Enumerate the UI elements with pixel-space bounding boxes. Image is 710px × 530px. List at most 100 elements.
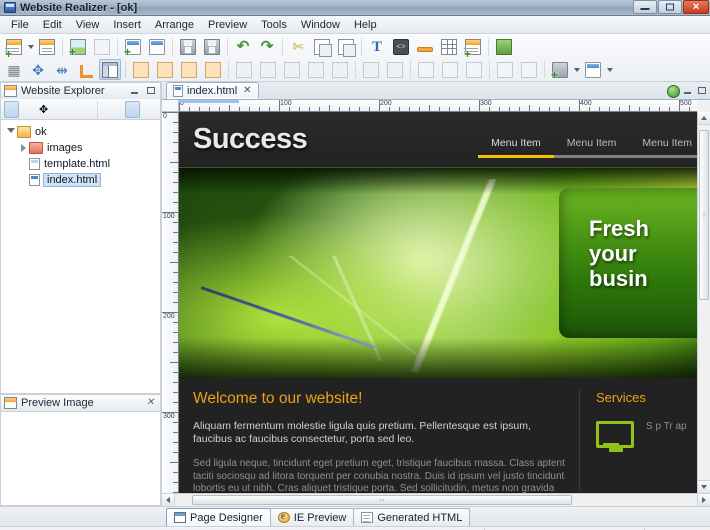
toolbar-separator bbox=[228, 61, 229, 78]
scroll-right-button[interactable] bbox=[697, 494, 710, 506]
maximize-icon[interactable] bbox=[697, 86, 708, 97]
explorer-duplicate-button[interactable] bbox=[102, 101, 117, 118]
same-height-button[interactable] bbox=[439, 59, 461, 80]
align-center-button[interactable] bbox=[257, 59, 279, 80]
tree-item-template-html[interactable]: template.html bbox=[1, 156, 160, 172]
send-to-back-button[interactable] bbox=[202, 59, 224, 80]
menu-arrange[interactable]: Arrange bbox=[148, 17, 201, 33]
menu-window[interactable]: Window bbox=[294, 17, 347, 33]
tab-generated-html[interactable]: Generated HTML bbox=[353, 508, 471, 526]
bring-forward-button[interactable] bbox=[154, 59, 176, 80]
explorer-navigate-button[interactable]: ✥ bbox=[38, 101, 53, 118]
image-page-button[interactable] bbox=[91, 36, 113, 57]
send-backward-button[interactable] bbox=[178, 59, 200, 80]
menu-preview[interactable]: Preview bbox=[201, 17, 254, 33]
paste-button[interactable] bbox=[335, 36, 357, 57]
canvas-horizontal-scrollbar[interactable] bbox=[162, 493, 710, 506]
menu-help[interactable]: Help bbox=[347, 17, 384, 33]
expand-toggle[interactable] bbox=[17, 144, 29, 152]
preview-dropdown[interactable] bbox=[605, 59, 614, 80]
menu-file[interactable]: File bbox=[4, 17, 36, 33]
minimize-button[interactable] bbox=[633, 0, 657, 14]
restore-button[interactable] bbox=[658, 0, 682, 14]
distribute-vertical-button[interactable] bbox=[384, 59, 406, 80]
align-left-button[interactable] bbox=[233, 59, 255, 80]
corner-tool-button[interactable] bbox=[75, 59, 97, 80]
publish-dropdown[interactable] bbox=[572, 59, 581, 80]
cut-button[interactable]: ✄ bbox=[287, 36, 309, 57]
horizontal-scroll-thumb[interactable] bbox=[192, 495, 572, 505]
new-page-button[interactable] bbox=[3, 36, 25, 57]
new-image-page-button[interactable] bbox=[67, 36, 89, 58]
explorer-new-page-button[interactable] bbox=[4, 100, 19, 118]
align-top-button[interactable] bbox=[305, 59, 327, 80]
tree-item-ok[interactable]: ok bbox=[1, 124, 160, 140]
vertical-ruler[interactable]: 0100200300400500 bbox=[162, 112, 179, 493]
close-icon[interactable]: ✕ bbox=[243, 85, 251, 96]
preview-site-button[interactable] bbox=[582, 59, 604, 80]
explorer-maximize-button[interactable] bbox=[145, 85, 157, 97]
align-bottom-button[interactable] bbox=[329, 59, 351, 80]
minimize-icon[interactable] bbox=[683, 86, 694, 97]
insert-table-button[interactable] bbox=[438, 36, 460, 57]
design-canvas[interactable]: Success Menu Item Menu Item Menu Item Fr… bbox=[179, 112, 697, 493]
explorer-properties-button[interactable] bbox=[124, 100, 140, 118]
insert-frame-button[interactable] bbox=[462, 36, 484, 57]
website-explorer-title: Website Explorer bbox=[21, 85, 105, 97]
undo-button[interactable]: ↶ bbox=[232, 36, 254, 57]
panel-tool-button[interactable] bbox=[99, 59, 121, 80]
menu-insert[interactable]: Insert bbox=[106, 17, 148, 33]
nav-item-3[interactable]: Menu Item bbox=[629, 137, 697, 158]
new-document-button[interactable] bbox=[122, 36, 144, 58]
editor-tab-index-html[interactable]: index.html ✕ bbox=[166, 82, 259, 99]
nav-item-1[interactable]: Menu Item bbox=[478, 137, 554, 158]
tab-page-designer[interactable]: Page Designer bbox=[166, 508, 271, 526]
group-button[interactable] bbox=[494, 59, 516, 80]
ungroup-button[interactable] bbox=[518, 59, 540, 80]
insert-hr-button[interactable] bbox=[414, 36, 436, 57]
explorer-minimize-button[interactable] bbox=[129, 85, 141, 97]
website-explorer-tree[interactable]: ok images template.html index.html bbox=[0, 119, 161, 394]
tree-item-index-html[interactable]: index.html bbox=[1, 172, 160, 188]
preview-close-button[interactable]: ✕ bbox=[145, 397, 157, 409]
same-size-button[interactable] bbox=[463, 59, 485, 80]
distribute-horizontal-button[interactable] bbox=[360, 59, 382, 80]
expand-toggle[interactable] bbox=[5, 127, 17, 137]
scroll-left-button[interactable] bbox=[162, 494, 175, 506]
close-button[interactable]: ✕ bbox=[683, 0, 709, 14]
menu-edit[interactable]: Edit bbox=[36, 17, 69, 33]
explorer-site-settings-button[interactable] bbox=[142, 101, 157, 118]
explorer-edit-page-button[interactable] bbox=[21, 101, 36, 118]
publish-button[interactable] bbox=[549, 59, 571, 81]
explorer-add-template-button[interactable] bbox=[61, 101, 76, 118]
align-center-icon bbox=[260, 61, 276, 78]
bring-to-front-button[interactable] bbox=[130, 59, 152, 80]
redo-button[interactable]: ↷ bbox=[256, 36, 278, 57]
save-all-button[interactable] bbox=[201, 36, 223, 57]
horizontal-ruler[interactable]: 0100200300400500600700 bbox=[179, 100, 697, 112]
tab-ie-preview[interactable]: IE Preview bbox=[269, 508, 355, 526]
move-tool-button[interactable]: ✥ bbox=[27, 59, 49, 80]
new-page-dropdown[interactable] bbox=[26, 36, 35, 57]
insert-layer-button[interactable] bbox=[493, 36, 515, 57]
menu-tools[interactable]: Tools bbox=[254, 17, 294, 33]
save-button[interactable] bbox=[177, 36, 199, 57]
insert-text-button[interactable]: T bbox=[366, 36, 388, 57]
canvas-vertical-scrollbar[interactable] bbox=[697, 112, 710, 493]
toggle-grid-button[interactable]: ▦ bbox=[3, 59, 25, 80]
scroll-up-button[interactable] bbox=[698, 112, 710, 125]
menu-view[interactable]: View bbox=[69, 17, 107, 33]
globe-icon[interactable] bbox=[667, 85, 680, 98]
copy-button[interactable] bbox=[311, 36, 333, 57]
preview-document-button[interactable] bbox=[146, 36, 168, 57]
scroll-down-button[interactable] bbox=[698, 480, 710, 493]
vertical-scroll-thumb[interactable] bbox=[699, 130, 709, 300]
align-right-button[interactable] bbox=[281, 59, 303, 80]
nav-item-2[interactable]: Menu Item bbox=[553, 137, 630, 158]
insert-flash-button[interactable]: <> bbox=[390, 36, 412, 57]
open-page-button[interactable] bbox=[36, 36, 58, 57]
mirror-tool-button[interactable]: ⇹ bbox=[51, 59, 73, 80]
tree-item-images[interactable]: images bbox=[1, 140, 160, 156]
explorer-add-image-button[interactable] bbox=[78, 101, 93, 118]
same-width-button[interactable] bbox=[415, 59, 437, 80]
